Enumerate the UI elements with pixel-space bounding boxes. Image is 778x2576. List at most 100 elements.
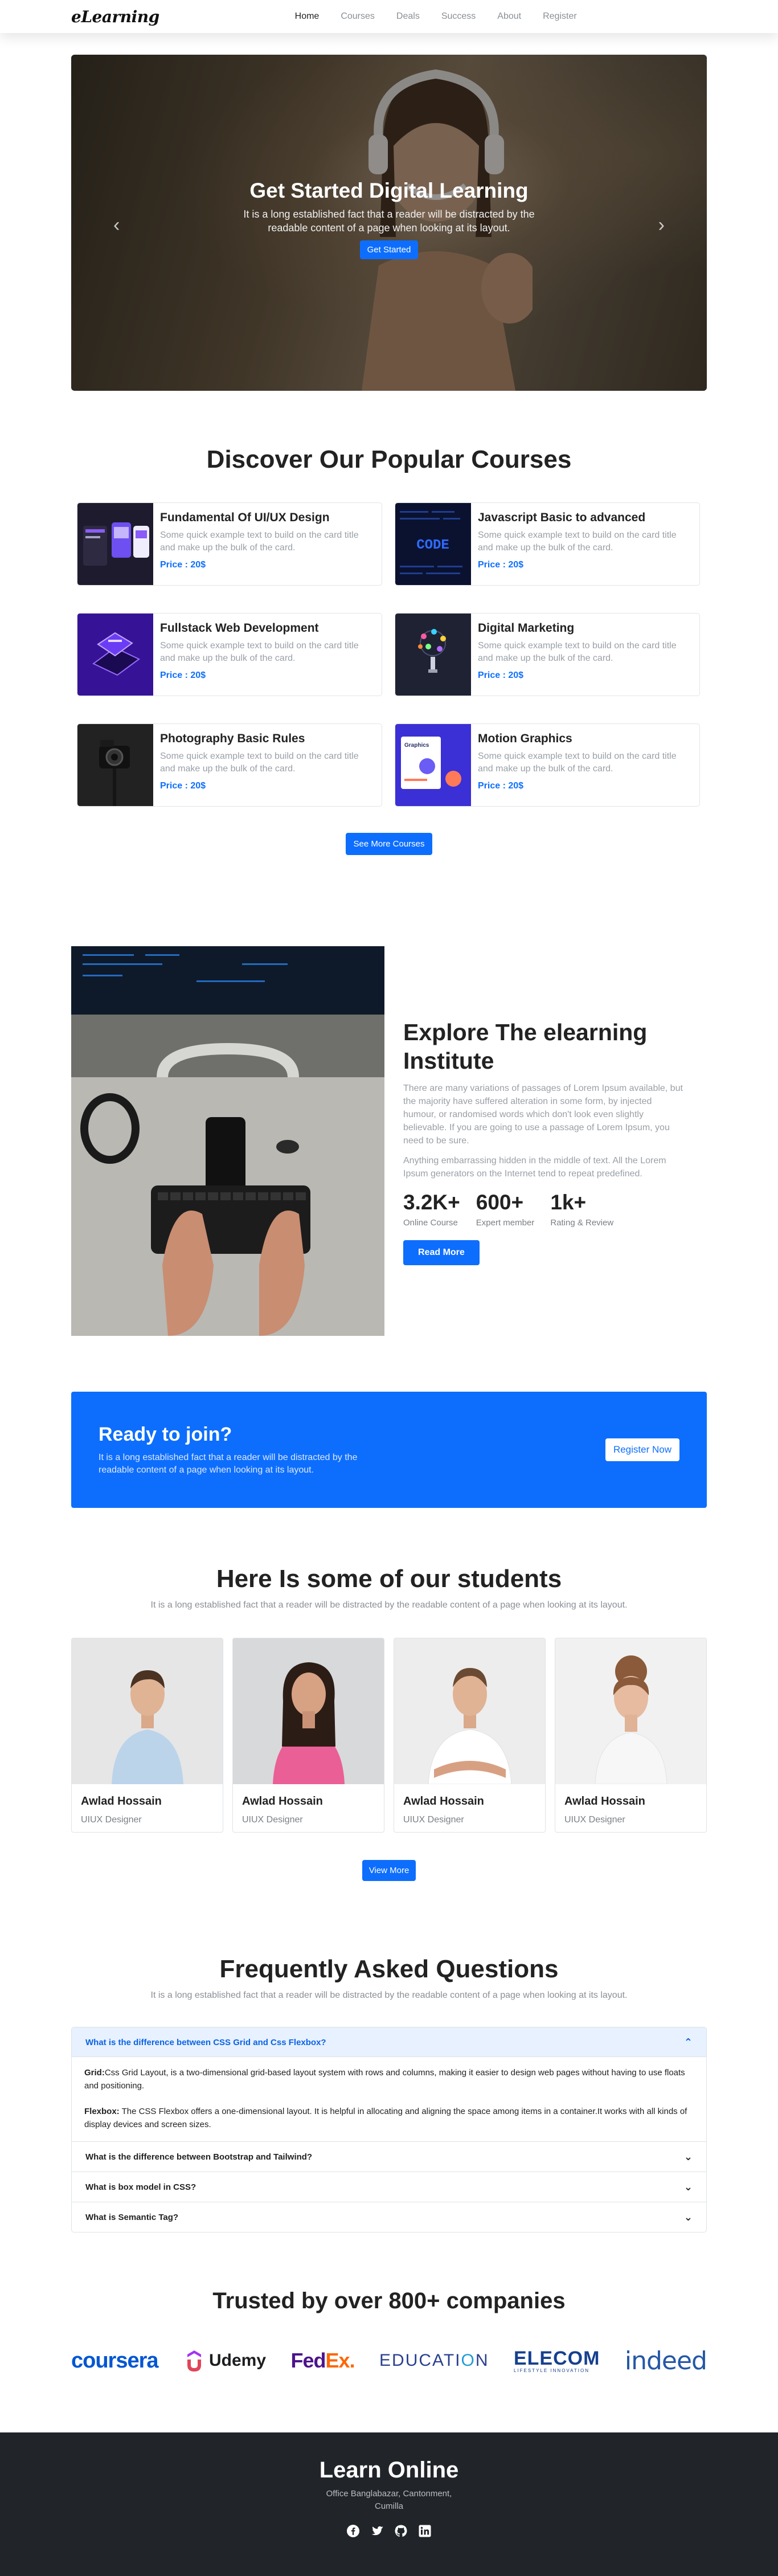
course-price: Price : 20$ bbox=[160, 560, 206, 570]
students-subtitle: It is a long established fact that a rea… bbox=[150, 1600, 628, 1610]
read-more-button[interactable]: Read More bbox=[403, 1240, 480, 1265]
fedex-fed: Fed bbox=[290, 2349, 326, 2372]
see-more-wrapper: See More Courses bbox=[71, 807, 707, 855]
faq-question-button[interactable]: What is box model in CSS? ⌄ bbox=[72, 2172, 706, 2202]
stat-label: Online Course bbox=[403, 1218, 458, 1228]
course-thumb-laptop bbox=[77, 614, 153, 696]
course-body: Motion Graphics Some quick example text … bbox=[471, 724, 699, 806]
chevron-down-icon: ⌄ bbox=[683, 2150, 693, 2162]
view-more-wrapper: View More bbox=[71, 1833, 707, 1881]
faq-question-button[interactable]: What is the difference between CSS Grid … bbox=[72, 2027, 706, 2057]
nav-link-home[interactable]: Home bbox=[295, 11, 320, 22]
indeed-logo: indeed bbox=[624, 2346, 707, 2375]
course-title: Digital Marketing bbox=[478, 621, 575, 635]
student-role: UIUX Designer bbox=[81, 1815, 142, 1825]
course-body: Fullstack Web Development Some quick exa… bbox=[153, 614, 382, 696]
course-desc: Some quick example text to build on the … bbox=[478, 641, 677, 663]
course-desc: Some quick example text to build on the … bbox=[160, 751, 359, 774]
faq-answer-text: The CSS Flexbox offers a one-dimensional… bbox=[84, 2107, 687, 2129]
course-card[interactable]: Fundamental Of UI/UX Design Some quick e… bbox=[77, 502, 382, 586]
explore-paragraph-1: There are many variations of passages of… bbox=[403, 1083, 683, 1146]
graphics-thumb-text: Graphics bbox=[404, 742, 429, 749]
course-desc: Some quick example text to build on the … bbox=[160, 641, 359, 663]
udemy-wordmark: Udemy bbox=[209, 2351, 267, 2370]
student-photo bbox=[233, 1638, 384, 1784]
faq-answer-label: Flexbox: bbox=[84, 2107, 120, 2116]
brand-logo[interactable]: eLearning bbox=[71, 7, 159, 26]
course-card[interactable]: CODE Javascript Basic to advanced Some q… bbox=[395, 502, 700, 586]
student-photo bbox=[555, 1638, 706, 1785]
faq-item: What is the difference between CSS Grid … bbox=[72, 2027, 706, 2141]
nav-link-register[interactable]: Register bbox=[543, 11, 577, 22]
nav-link-success[interactable]: Success bbox=[441, 11, 476, 22]
explore-paragraph-2: Anything embarrassing hidden in the midd… bbox=[403, 1156, 666, 1179]
course-price: Price : 20$ bbox=[160, 781, 206, 791]
explore-keyboard-image bbox=[71, 946, 384, 1336]
courses-section: Discover Our Popular Courses Fundamental… bbox=[71, 391, 707, 855]
course-card[interactable]: Graphics Motion Graphics Some quick exam… bbox=[395, 723, 700, 807]
student-card[interactable]: Awlad Hossain UIUX Designer bbox=[394, 1638, 546, 1833]
student-role: UIUX Designer bbox=[403, 1815, 464, 1825]
course-price: Price : 20$ bbox=[478, 560, 524, 570]
trusted-title: Trusted by over 800+ companies bbox=[212, 2288, 566, 2313]
facebook-icon[interactable] bbox=[346, 2524, 360, 2538]
course-desc: Some quick example text to build on the … bbox=[478, 530, 677, 553]
elecom-logo: ELECOM LIFESTYLE INNOVATION bbox=[514, 2349, 600, 2373]
course-thumb-marketing bbox=[395, 614, 471, 696]
course-price: Price : 20$ bbox=[478, 781, 524, 791]
see-more-courses-button[interactable]: See More Courses bbox=[346, 833, 432, 855]
linkedin-icon[interactable] bbox=[418, 2524, 432, 2538]
student-name: Awlad Hossain bbox=[403, 1795, 484, 1808]
register-now-button[interactable]: Register Now bbox=[605, 1438, 679, 1461]
course-thumb-uiux bbox=[77, 503, 153, 585]
explore-section: Explore The elearning Institute There ar… bbox=[71, 946, 707, 1336]
student-role: UIUX Designer bbox=[242, 1815, 303, 1825]
course-body: Fundamental Of UI/UX Design Some quick e… bbox=[153, 503, 382, 585]
course-body: Javascript Basic to advanced Some quick … bbox=[471, 503, 699, 585]
elecom-wordmark: ELECOM bbox=[513, 2347, 600, 2369]
faq-question-button[interactable]: What is Semantic Tag? ⌄ bbox=[72, 2202, 706, 2232]
course-thumb-camera bbox=[77, 724, 153, 806]
navbar-container: eLearning Home Courses Deals Success Abo… bbox=[71, 0, 707, 33]
explore-title: Explore The elearning Institute bbox=[403, 1019, 648, 1074]
stat-label: Expert member bbox=[476, 1218, 535, 1228]
student-role: UIUX Designer bbox=[564, 1815, 625, 1825]
faq-accordion: What is the difference between CSS Grid … bbox=[71, 2027, 707, 2232]
course-price: Price : 20$ bbox=[160, 670, 206, 680]
course-card[interactable]: Photography Basic Rules Some quick examp… bbox=[77, 723, 382, 807]
footer: Learn Online Office Banglabazar, Cantonm… bbox=[0, 2432, 778, 2576]
course-card[interactable]: Digital Marketing Some quick example tex… bbox=[395, 613, 700, 696]
course-title: Javascript Basic to advanced bbox=[478, 511, 646, 524]
stat-rating-review: 1k+ Rating & Review bbox=[550, 1191, 613, 1228]
footer-address: Office Banglabazar, Cantonment, Cumilla bbox=[0, 2488, 778, 2513]
course-desc: Some quick example text to build on the … bbox=[478, 751, 677, 774]
company-logos: coursera Udemy FedEx. EDUCATION ELECOM L… bbox=[71, 2344, 707, 2378]
course-title: Photography Basic Rules bbox=[160, 732, 305, 745]
view-more-button[interactable]: View More bbox=[362, 1860, 416, 1881]
fedex-ex: Ex bbox=[325, 2349, 350, 2372]
student-card[interactable]: Awlad Hossain UIUX Designer bbox=[71, 1638, 223, 1833]
cta-title: Ready to join? bbox=[99, 1423, 232, 1445]
twitter-icon[interactable] bbox=[370, 2524, 384, 2538]
faq-item: What is the difference between Bootstrap… bbox=[72, 2141, 706, 2172]
cta-text: It is a long established fact that a rea… bbox=[99, 1452, 358, 1475]
cta-text-block: Ready to join? It is a long established … bbox=[99, 1424, 605, 1477]
nav-link-deals[interactable]: Deals bbox=[396, 11, 420, 22]
student-card[interactable]: Awlad Hossain UIUX Designer bbox=[555, 1638, 707, 1833]
student-card[interactable]: Awlad Hossain UIUX Designer bbox=[232, 1638, 384, 1833]
trusted-section: Trusted by over 800+ companies coursera … bbox=[71, 2288, 707, 2378]
chevron-down-icon: ⌄ bbox=[683, 2211, 693, 2223]
github-icon[interactable] bbox=[394, 2524, 408, 2538]
faq-question: What is the difference between Bootstrap… bbox=[85, 2152, 313, 2162]
student-name: Awlad Hossain bbox=[242, 1795, 323, 1808]
chevron-up-icon: ⌃ bbox=[683, 2036, 693, 2048]
faq-question-button[interactable]: What is the difference between Bootstrap… bbox=[72, 2142, 706, 2172]
nav-link-about[interactable]: About bbox=[497, 11, 521, 22]
faq-question: What is Semantic Tag? bbox=[85, 2212, 179, 2222]
explore-text: Explore The elearning Institute There ar… bbox=[384, 946, 686, 1336]
course-card[interactable]: Fullstack Web Development Some quick exa… bbox=[77, 613, 382, 696]
course-thumb-graphics: Graphics bbox=[395, 724, 471, 806]
get-started-button[interactable]: Get Started bbox=[359, 240, 419, 259]
course-body: Digital Marketing Some quick example tex… bbox=[471, 614, 699, 696]
nav-link-courses[interactable]: Courses bbox=[341, 11, 375, 22]
